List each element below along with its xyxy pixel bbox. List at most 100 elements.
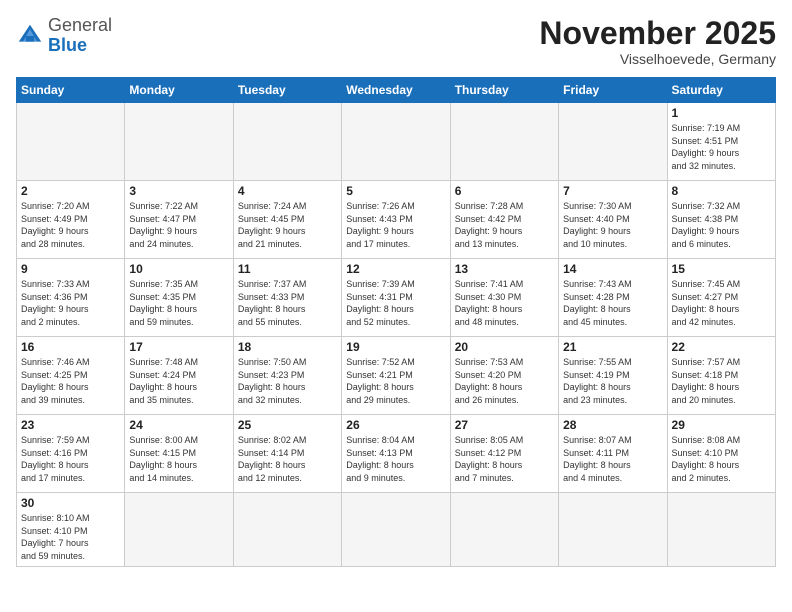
day-number: 1	[672, 106, 771, 120]
day-number: 23	[21, 418, 120, 432]
day-number: 20	[455, 340, 554, 354]
calendar-cell: 7 Sunrise: 7:30 AM Sunset: 4:40 PM Daylig…	[559, 181, 667, 259]
calendar-cell	[233, 103, 341, 181]
calendar-cell: 21 Sunrise: 7:55 AM Sunset: 4:19 PM Dayli…	[559, 337, 667, 415]
day-info: Sunrise: 8:08 AM Sunset: 4:10 PM Dayligh…	[672, 434, 771, 484]
calendar-week-row: 1 Sunrise: 7:19 AM Sunset: 4:51 PM Daylig…	[17, 103, 776, 181]
calendar-cell: 26Sunrise: 8:04 AM Sunset: 4:13 PM Dayli…	[342, 415, 450, 493]
page: General Blue November 2025 Visselhoevede…	[0, 0, 792, 612]
day-info: Sunrise: 8:10 AM Sunset: 4:10 PM Dayligh…	[21, 512, 120, 562]
day-info: Sunrise: 7:50 AM Sunset: 4:23 PM Dayligh…	[238, 356, 337, 406]
day-info: Sunrise: 7:59 AM Sunset: 4:16 PM Dayligh…	[21, 434, 120, 484]
calendar-cell: 3 Sunrise: 7:22 AM Sunset: 4:47 PM Daylig…	[125, 181, 233, 259]
calendar-cell	[233, 493, 341, 566]
calendar-cell: 2Sunrise: 7:20 AM Sunset: 4:49 PM Daylig…	[17, 181, 125, 259]
calendar-cell: 11Sunrise: 7:37 AM Sunset: 4:33 PM Dayli…	[233, 259, 341, 337]
day-number: 18	[238, 340, 337, 354]
day-number: 28	[563, 418, 662, 432]
header-tuesday: Tuesday	[233, 78, 341, 103]
calendar-week-row: 9Sunrise: 7:33 AM Sunset: 4:36 PM Daylig…	[17, 259, 776, 337]
day-number: 30	[21, 496, 120, 510]
calendar-cell: 28 Sunrise: 8:07 AM Sunset: 4:11 PM Dayli…	[559, 415, 667, 493]
weekday-header-row: Sunday Monday Tuesday Wednesday Thursday…	[17, 78, 776, 103]
title-block: November 2025 Visselhoevede, Germany	[539, 16, 776, 67]
day-number: 13	[455, 262, 554, 276]
logo: General Blue	[16, 16, 112, 56]
calendar-cell	[559, 103, 667, 181]
header: General Blue November 2025 Visselhoevede…	[16, 16, 776, 67]
day-info: Sunrise: 7:55 AM Sunset: 4:19 PM Dayligh…	[563, 356, 662, 406]
calendar-week-row: 23 Sunrise: 7:59 AM Sunset: 4:16 PM Dayli…	[17, 415, 776, 493]
day-info: Sunrise: 8:07 AM Sunset: 4:11 PM Dayligh…	[563, 434, 662, 484]
day-info: Sunrise: 7:57 AM Sunset: 4:18 PM Dayligh…	[672, 356, 771, 406]
day-info: Sunrise: 7:46 AM Sunset: 4:25 PM Dayligh…	[21, 356, 120, 406]
day-info: Sunrise: 7:53 AM Sunset: 4:20 PM Dayligh…	[455, 356, 554, 406]
day-number: 3	[129, 184, 228, 198]
logo-general-text: General	[48, 15, 112, 35]
calendar-cell: 24Sunrise: 8:00 AM Sunset: 4:15 PM Dayli…	[125, 415, 233, 493]
day-number: 25	[238, 418, 337, 432]
calendar-cell: 4Sunrise: 7:24 AM Sunset: 4:45 PM Daylig…	[233, 181, 341, 259]
day-info: Sunrise: 7:28 AM Sunset: 4:42 PM Dayligh…	[455, 200, 554, 250]
day-number: 24	[129, 418, 228, 432]
calendar-cell	[125, 493, 233, 566]
day-number: 16	[21, 340, 120, 354]
day-info: Sunrise: 7:22 AM Sunset: 4:47 PM Dayligh…	[129, 200, 228, 250]
day-info: Sunrise: 7:48 AM Sunset: 4:24 PM Dayligh…	[129, 356, 228, 406]
day-number: 15	[672, 262, 771, 276]
calendar-cell: 8 Sunrise: 7:32 AM Sunset: 4:38 PM Daylig…	[667, 181, 775, 259]
day-number: 14	[563, 262, 662, 276]
day-info: Sunrise: 7:30 AM Sunset: 4:40 PM Dayligh…	[563, 200, 662, 250]
day-number: 12	[346, 262, 445, 276]
calendar-cell: 25 Sunrise: 8:02 AM Sunset: 4:14 PM Dayli…	[233, 415, 341, 493]
day-info: Sunrise: 7:19 AM Sunset: 4:51 PM Dayligh…	[672, 122, 771, 172]
day-number: 8	[672, 184, 771, 198]
month-title: November 2025	[539, 16, 776, 51]
calendar-cell: 13Sunrise: 7:41 AM Sunset: 4:30 PM Dayli…	[450, 259, 558, 337]
calendar-cell: 22 Sunrise: 7:57 AM Sunset: 4:18 PM Dayli…	[667, 337, 775, 415]
day-number: 19	[346, 340, 445, 354]
calendar-cell	[667, 493, 775, 566]
calendar-cell: 17 Sunrise: 7:48 AM Sunset: 4:24 PM Dayli…	[125, 337, 233, 415]
calendar-cell: 30 Sunrise: 8:10 AM Sunset: 4:10 PM Dayli…	[17, 493, 125, 566]
calendar-week-row: 2Sunrise: 7:20 AM Sunset: 4:49 PM Daylig…	[17, 181, 776, 259]
day-info: Sunrise: 8:05 AM Sunset: 4:12 PM Dayligh…	[455, 434, 554, 484]
day-number: 26	[346, 418, 445, 432]
calendar-cell: 16 Sunrise: 7:46 AM Sunset: 4:25 PM Dayli…	[17, 337, 125, 415]
calendar-cell: 1 Sunrise: 7:19 AM Sunset: 4:51 PM Daylig…	[667, 103, 775, 181]
location-subtitle: Visselhoevede, Germany	[539, 51, 776, 67]
header-sunday: Sunday	[17, 78, 125, 103]
calendar-cell: 15Sunrise: 7:45 AM Sunset: 4:27 PM Dayli…	[667, 259, 775, 337]
header-wednesday: Wednesday	[342, 78, 450, 103]
calendar-cell	[17, 103, 125, 181]
header-saturday: Saturday	[667, 78, 775, 103]
day-info: Sunrise: 7:32 AM Sunset: 4:38 PM Dayligh…	[672, 200, 771, 250]
day-number: 5	[346, 184, 445, 198]
day-number: 27	[455, 418, 554, 432]
header-friday: Friday	[559, 78, 667, 103]
calendar: Sunday Monday Tuesday Wednesday Thursday…	[16, 77, 776, 566]
day-info: Sunrise: 7:26 AM Sunset: 4:43 PM Dayligh…	[346, 200, 445, 250]
calendar-cell: 19 Sunrise: 7:52 AM Sunset: 4:21 PM Dayli…	[342, 337, 450, 415]
day-number: 6	[455, 184, 554, 198]
day-info: Sunrise: 7:52 AM Sunset: 4:21 PM Dayligh…	[346, 356, 445, 406]
day-info: Sunrise: 7:20 AM Sunset: 4:49 PM Dayligh…	[21, 200, 120, 250]
calendar-cell: 23 Sunrise: 7:59 AM Sunset: 4:16 PM Dayli…	[17, 415, 125, 493]
calendar-cell: 18 Sunrise: 7:50 AM Sunset: 4:23 PM Dayli…	[233, 337, 341, 415]
calendar-cell	[450, 493, 558, 566]
calendar-cell: 20 Sunrise: 7:53 AM Sunset: 4:20 PM Dayli…	[450, 337, 558, 415]
day-number: 7	[563, 184, 662, 198]
day-info: Sunrise: 7:37 AM Sunset: 4:33 PM Dayligh…	[238, 278, 337, 328]
day-info: Sunrise: 7:24 AM Sunset: 4:45 PM Dayligh…	[238, 200, 337, 250]
calendar-cell	[559, 493, 667, 566]
day-number: 10	[129, 262, 228, 276]
logo-icon	[16, 22, 44, 50]
day-number: 17	[129, 340, 228, 354]
header-thursday: Thursday	[450, 78, 558, 103]
day-number: 22	[672, 340, 771, 354]
header-monday: Monday	[125, 78, 233, 103]
day-number: 21	[563, 340, 662, 354]
calendar-cell	[125, 103, 233, 181]
day-info: Sunrise: 8:02 AM Sunset: 4:14 PM Dayligh…	[238, 434, 337, 484]
calendar-cell: 29Sunrise: 8:08 AM Sunset: 4:10 PM Dayli…	[667, 415, 775, 493]
